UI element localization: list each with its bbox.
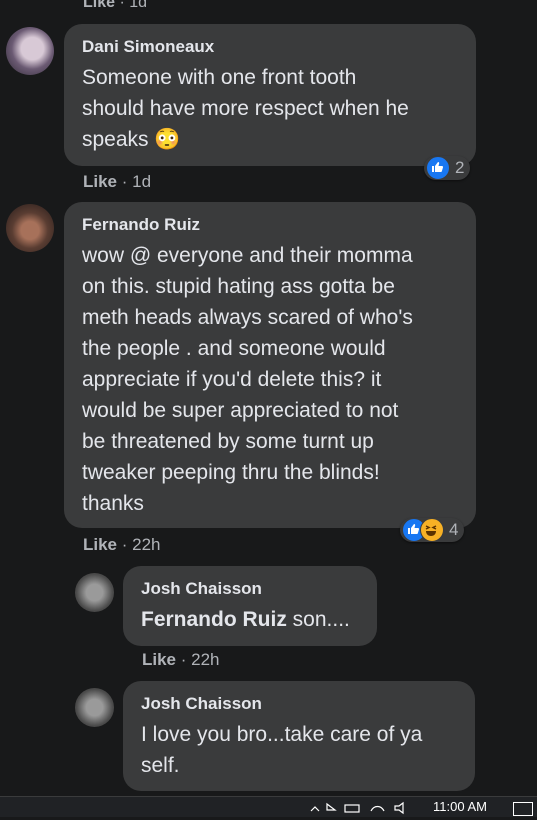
comment-text: Someone with one front tooth should have… xyxy=(82,66,409,151)
like-link[interactable]: Like xyxy=(142,650,176,669)
comment-text-body: son.... xyxy=(286,608,350,631)
avatar[interactable] xyxy=(6,27,54,75)
notification-icon[interactable] xyxy=(513,802,533,816)
reply-bubble: Josh Chaisson I love you bro...take care… xyxy=(123,681,475,791)
comment-text: I love you bro...take care of ya self. xyxy=(141,723,423,777)
comment-bubble: Fernando Ruiz wow @ everyone and their m… xyxy=(64,202,476,528)
comment-actions: Like · 22h xyxy=(142,650,220,669)
like-link[interactable]: Like xyxy=(83,535,117,554)
taskbar-clock[interactable]: 11:00 AM xyxy=(433,799,487,814)
system-tray xyxy=(307,801,417,815)
comment-actions: Like · 22h xyxy=(83,535,161,554)
comment-text: wow @ everyone and their momma on this. … xyxy=(82,244,413,515)
avatar[interactable] xyxy=(75,688,114,727)
taskbar: 11:00 AM xyxy=(0,796,537,817)
comment-author[interactable]: Josh Chaisson xyxy=(141,578,359,600)
timestamp: 1d xyxy=(129,0,148,11)
comment-bubble: Dani Simoneaux Someone with one front to… xyxy=(64,24,476,166)
reaction-count: 2 xyxy=(455,158,465,177)
comment-author[interactable]: Fernando Ruiz xyxy=(82,214,458,236)
previous-comment-meta: Like · 1d xyxy=(83,0,147,12)
reaction-summary[interactable]: 4 xyxy=(400,518,465,542)
haha-reaction-icon xyxy=(420,518,444,542)
reaction-count: 4 xyxy=(449,520,459,539)
like-link[interactable]: Like xyxy=(83,172,117,191)
comment-text: Fernando Ruiz son.... xyxy=(141,604,359,635)
comment-author[interactable]: Josh Chaisson xyxy=(141,693,457,715)
like-link[interactable]: Like xyxy=(83,0,115,11)
avatar[interactable] xyxy=(75,573,114,612)
reaction-summary[interactable]: 2 xyxy=(424,156,471,180)
timestamp: 22h xyxy=(191,650,220,669)
timestamp: 22h xyxy=(132,535,161,554)
comment-actions: Like · 1d xyxy=(83,172,152,191)
reply-bubble: Josh Chaisson Fernando Ruiz son.... xyxy=(123,566,377,646)
like-reaction-icon xyxy=(426,156,450,180)
comment-author[interactable]: Dani Simoneaux xyxy=(82,36,458,58)
avatar[interactable] xyxy=(6,204,54,252)
timestamp: 1d xyxy=(132,172,152,191)
mention-link[interactable]: Fernando Ruiz xyxy=(141,608,287,631)
